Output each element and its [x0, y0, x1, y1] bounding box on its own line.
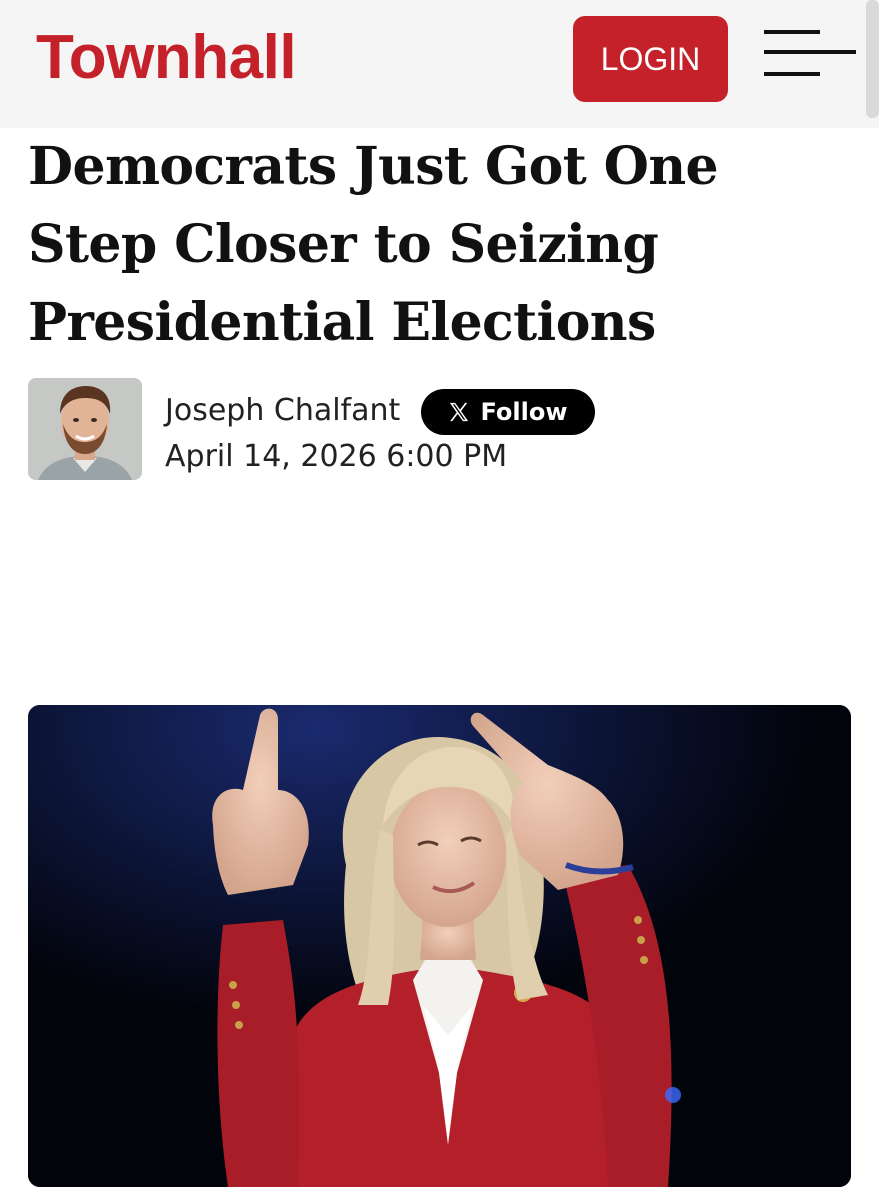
site-header: Townhall LOGIN — [0, 0, 879, 128]
article-hero-image[interactable] — [28, 705, 851, 1187]
follow-label: Follow — [480, 398, 568, 426]
author-name[interactable]: Joseph Chalfant — [165, 390, 400, 432]
x-logo-icon — [450, 402, 469, 422]
hamburger-menu-icon[interactable] — [762, 28, 858, 82]
author-avatar[interactable] — [28, 378, 142, 480]
login-button[interactable]: LOGIN — [573, 16, 728, 102]
article-headline: Democrats Just Got One Step Closer to Se… — [28, 136, 719, 353]
scrollbar[interactable] — [866, 0, 879, 118]
x-follow-button[interactable]: Follow — [421, 389, 595, 435]
site-logo[interactable]: Townhall — [36, 22, 297, 94]
publish-date: April 14, 2026 6:00 PM — [165, 439, 508, 474]
